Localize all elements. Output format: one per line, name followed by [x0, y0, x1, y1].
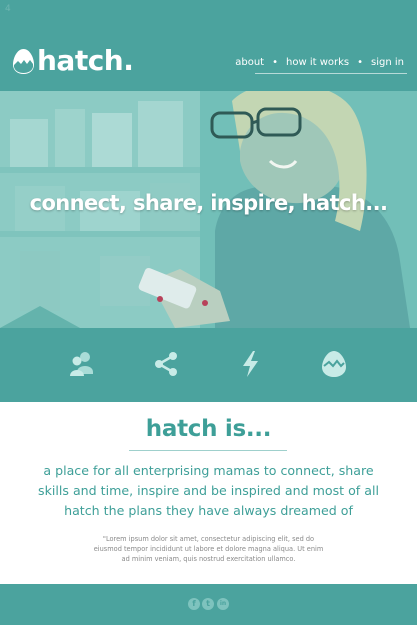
nav-sign-in-link[interactable]: sign in	[371, 57, 404, 68]
site-footer: f t in	[0, 584, 417, 625]
twitter-icon[interactable]: t	[202, 598, 214, 610]
site-logo[interactable]: hatch.	[12, 44, 134, 77]
intro-divider	[129, 450, 287, 451]
egg-logo-icon	[13, 48, 34, 74]
nav-separator: •	[357, 57, 364, 68]
intro-description: a place for all enterprising mamas to co…	[38, 463, 379, 518]
linkedin-icon[interactable]: in	[217, 598, 229, 610]
logo-wordmark: hatch.	[37, 44, 134, 77]
hero-banner: connect, share, inspire, hatch...	[0, 91, 417, 328]
share-icon[interactable]	[152, 350, 180, 378]
intro-quote: "Lorem ipsum dolor sit amet, consectetur…	[93, 535, 324, 563]
egg-icon[interactable]	[320, 350, 348, 378]
hero-tagline: connect, share, inspire, hatch...	[29, 191, 388, 215]
nav-how-it-works-link[interactable]: how it works	[286, 57, 349, 68]
corner-mark: 4	[5, 4, 11, 14]
facebook-icon[interactable]: f	[188, 598, 200, 610]
nav-separator: •	[272, 57, 279, 68]
community-icon[interactable]	[69, 350, 97, 378]
nav-about-link[interactable]: about	[235, 57, 264, 68]
main-nav: about • how it works • sign in	[235, 57, 404, 68]
lightning-icon[interactable]	[237, 350, 265, 378]
site-header: 4 hatch. about • how it works • sign in	[0, 0, 417, 91]
nav-divider	[255, 73, 407, 74]
intro-section: hatch is... a place for all enterprising…	[0, 402, 417, 584]
feature-icon-bar	[0, 328, 417, 402]
intro-title: hatch is...	[145, 416, 272, 442]
